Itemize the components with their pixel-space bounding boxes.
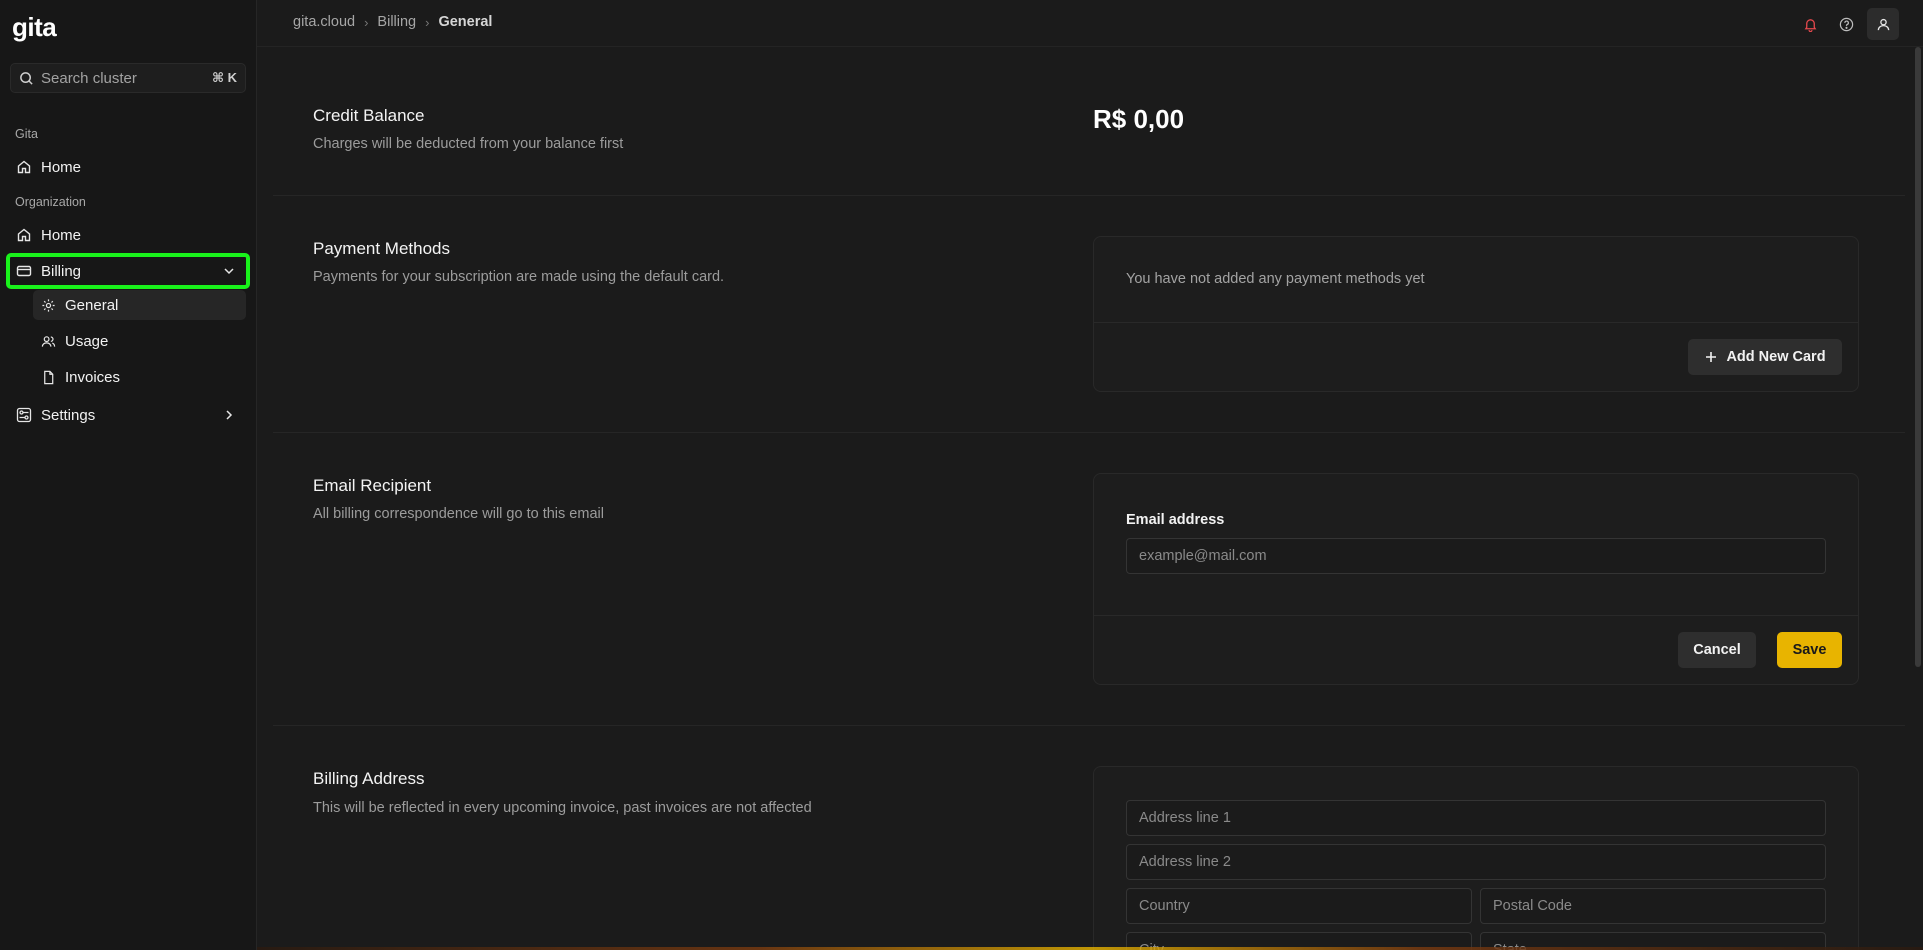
add-new-card-label: Add New Card — [1726, 349, 1826, 365]
main-content: gita.cloud › Billing › General Credit Ba… — [257, 0, 1923, 950]
sidebar-item-label: General — [65, 296, 119, 314]
payment-methods-card: You have not added any payment methods y… — [1093, 236, 1859, 392]
sidebar-item-label: Home — [41, 158, 82, 176]
billing-address-desc: This will be reflected in every upcoming… — [313, 800, 812, 816]
section-divider — [273, 195, 1905, 196]
chevron-right-icon[interactable] — [222, 408, 236, 422]
card-footer: Cancel Save — [1094, 615, 1858, 684]
cancel-label: Cancel — [1693, 642, 1741, 658]
file-icon — [44, 370, 54, 384]
scrollbar[interactable] — [1913, 47, 1923, 950]
breadcrumb-separator-icon: › — [425, 14, 430, 30]
save-label: Save — [1792, 642, 1827, 658]
address-line2-field[interactable] — [1126, 844, 1826, 880]
section-divider — [273, 432, 1905, 433]
notifications-button[interactable] — [1795, 9, 1825, 39]
bell-icon — [1804, 18, 1816, 32]
topbar: gita.cloud › Billing › General — [257, 0, 1923, 47]
sidebar-item-label: Usage — [65, 332, 109, 350]
postal-code-field[interactable] — [1480, 888, 1826, 924]
chevron-down-icon[interactable] — [222, 264, 236, 278]
user-menu-button[interactable] — [1867, 8, 1899, 40]
credit-balance-desc: Charges will be deducted from your balan… — [313, 136, 624, 152]
help-icon — [1839, 17, 1853, 31]
breadcrumb: gita.cloud › Billing › General — [293, 14, 492, 30]
email-field-label: Email address — [1126, 512, 1225, 528]
email-recipient-title: Email Recipient — [313, 476, 432, 495]
address-line1-field[interactable] — [1126, 800, 1826, 836]
section-divider — [273, 725, 1905, 726]
cancel-button[interactable]: Cancel — [1678, 632, 1756, 668]
credit-balance-value: R$ 0,00 — [1093, 104, 1185, 134]
country-field[interactable] — [1126, 888, 1472, 924]
save-button[interactable]: Save — [1777, 632, 1842, 668]
breadcrumb-item[interactable]: gita.cloud — [293, 14, 355, 30]
search-placeholder: Search cluster — [41, 69, 137, 87]
help-button[interactable] — [1831, 9, 1861, 39]
sidebar-item-general[interactable]: General — [33, 290, 246, 320]
billing-address-card — [1093, 766, 1859, 950]
sidebar-item-org-home[interactable]: Home — [10, 220, 246, 250]
search-cluster[interactable]: Search cluster ⌘ K — [10, 63, 246, 93]
email-recipient-card: Email address Cancel Save — [1093, 473, 1859, 685]
logo-text: gita — [12, 12, 57, 42]
sidebar-item-settings[interactable]: Settings — [10, 400, 246, 430]
search-icon — [20, 71, 33, 85]
payment-methods-desc: Payments for your subscription are made … — [313, 269, 725, 285]
section-label-organization: Organization — [15, 195, 86, 209]
plus-icon — [1706, 352, 1717, 362]
breadcrumb-current: General — [438, 14, 493, 30]
payment-methods-title: Payment Methods — [313, 239, 451, 258]
sidebar-item-invoices[interactable]: Invoices — [33, 362, 246, 392]
sidebar: gita Search cluster ⌘ K Gita Home Organi… — [0, 0, 257, 950]
billing-address-title: Billing Address — [313, 769, 425, 788]
sidebar-item-gita-home[interactable]: Home — [10, 152, 246, 182]
card-footer: Add New Card — [1094, 322, 1858, 391]
gear-icon — [42, 298, 55, 312]
email-recipient-desc: All billing correspondence will go to th… — [313, 506, 604, 522]
home-icon — [17, 160, 31, 174]
home-icon — [17, 228, 31, 242]
sidebar-item-label: Invoices — [65, 368, 121, 386]
breadcrumb-separator-icon: › — [364, 14, 369, 30]
sidebar-item-label: Home — [41, 226, 82, 244]
credit-balance-title: Credit Balance — [313, 106, 425, 125]
credit-card-icon — [16, 265, 32, 277]
sidebar-item-label: Settings — [41, 406, 96, 424]
email-field[interactable] — [1126, 538, 1826, 574]
settings-icon — [16, 407, 32, 423]
breadcrumb-item[interactable]: Billing — [377, 14, 416, 30]
users-icon — [41, 335, 56, 347]
search-shortcut: ⌘ K — [211, 70, 237, 85]
user-icon — [1877, 18, 1889, 30]
payment-empty-text: You have not added any payment methods y… — [1126, 271, 1425, 287]
sidebar-item-label: Billing — [41, 262, 82, 280]
add-new-card-button[interactable]: Add New Card — [1688, 339, 1842, 375]
topbar-actions — [1789, 8, 1899, 40]
scrollbar-thumb[interactable] — [1915, 47, 1921, 667]
sidebar-item-billing[interactable]: Billing — [6, 253, 250, 289]
sidebar-item-usage[interactable]: Usage — [33, 326, 246, 356]
gita-logo[interactable]: gita — [12, 12, 57, 43]
section-label-gita: Gita — [15, 127, 38, 141]
